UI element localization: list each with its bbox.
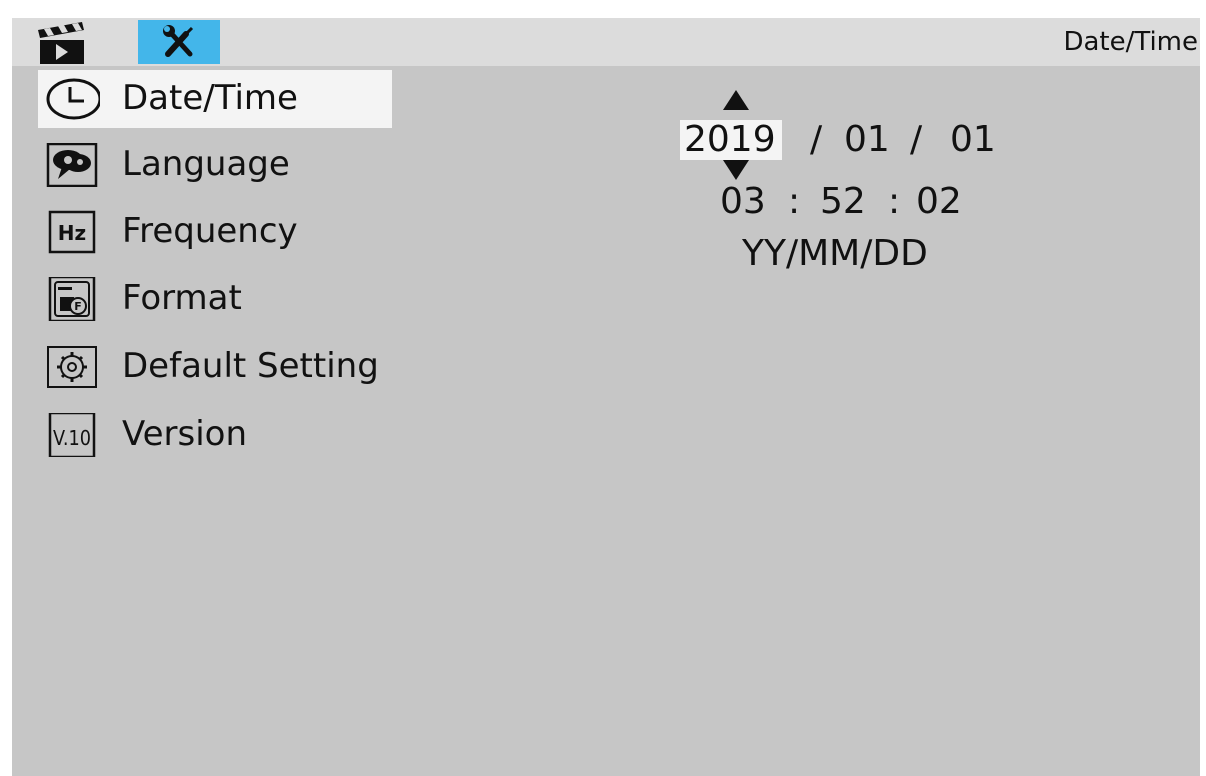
svg-text:F: F — [74, 300, 82, 313]
menu-label-frequency: Frequency — [122, 211, 298, 251]
date-separator-2: / — [910, 119, 923, 160]
top-bar: Date/Time — [12, 18, 1200, 66]
menu-item-language[interactable]: Language — [38, 136, 392, 194]
date-separator-1: / — [810, 119, 823, 160]
hz-icon: Hz — [48, 210, 96, 254]
date-format-label: YY/MM/DD — [742, 233, 928, 274]
gear-reset-icon — [47, 346, 97, 388]
clock-icon — [46, 78, 100, 120]
menu-label-date-time: Date/Time — [122, 78, 298, 118]
year-field[interactable]: 2019 — [684, 118, 776, 162]
menu-label-default-setting: Default Setting — [122, 346, 379, 386]
increment-arrow[interactable] — [723, 90, 749, 110]
sd-card-format-icon: F — [48, 277, 96, 321]
page-heading: Date/Time — [1063, 27, 1198, 57]
version-icon-text: V.10 — [53, 426, 91, 450]
wrench-screwdriver-icon — [163, 25, 194, 57]
minute-field[interactable]: 52 — [820, 180, 866, 224]
version-icon: V.10 — [48, 413, 96, 457]
second-field[interactable]: 02 — [916, 180, 962, 224]
month-field[interactable]: 01 — [844, 118, 890, 162]
day-field[interactable]: 01 — [950, 118, 996, 162]
tab-video[interactable] — [30, 20, 102, 64]
menu-item-format[interactable]: F Format — [38, 270, 392, 328]
speech-bubble-icon — [46, 143, 98, 187]
tab-setup[interactable] — [138, 20, 220, 64]
device-screen: Date/Time Date/Time Language Hz Frequenc… — [12, 18, 1200, 776]
menu-label-version: Version — [122, 414, 248, 454]
menu-item-frequency[interactable]: Hz Frequency — [38, 203, 392, 261]
time-separator-1: : — [788, 181, 801, 222]
menu-item-version[interactable]: V.10 Version — [38, 406, 392, 464]
svg-text:Hz: Hz — [58, 221, 86, 245]
menu-label-language: Language — [122, 144, 290, 184]
hour-field[interactable]: 03 — [720, 180, 766, 224]
menu-label-format: Format — [122, 278, 242, 318]
menu-item-default-setting[interactable]: Default Setting — [38, 338, 392, 396]
clapperboard-play-icon — [38, 22, 84, 64]
decrement-arrow[interactable] — [723, 160, 749, 180]
menu-item-date-time[interactable]: Date/Time — [38, 70, 392, 128]
time-separator-2: : — [888, 181, 901, 222]
